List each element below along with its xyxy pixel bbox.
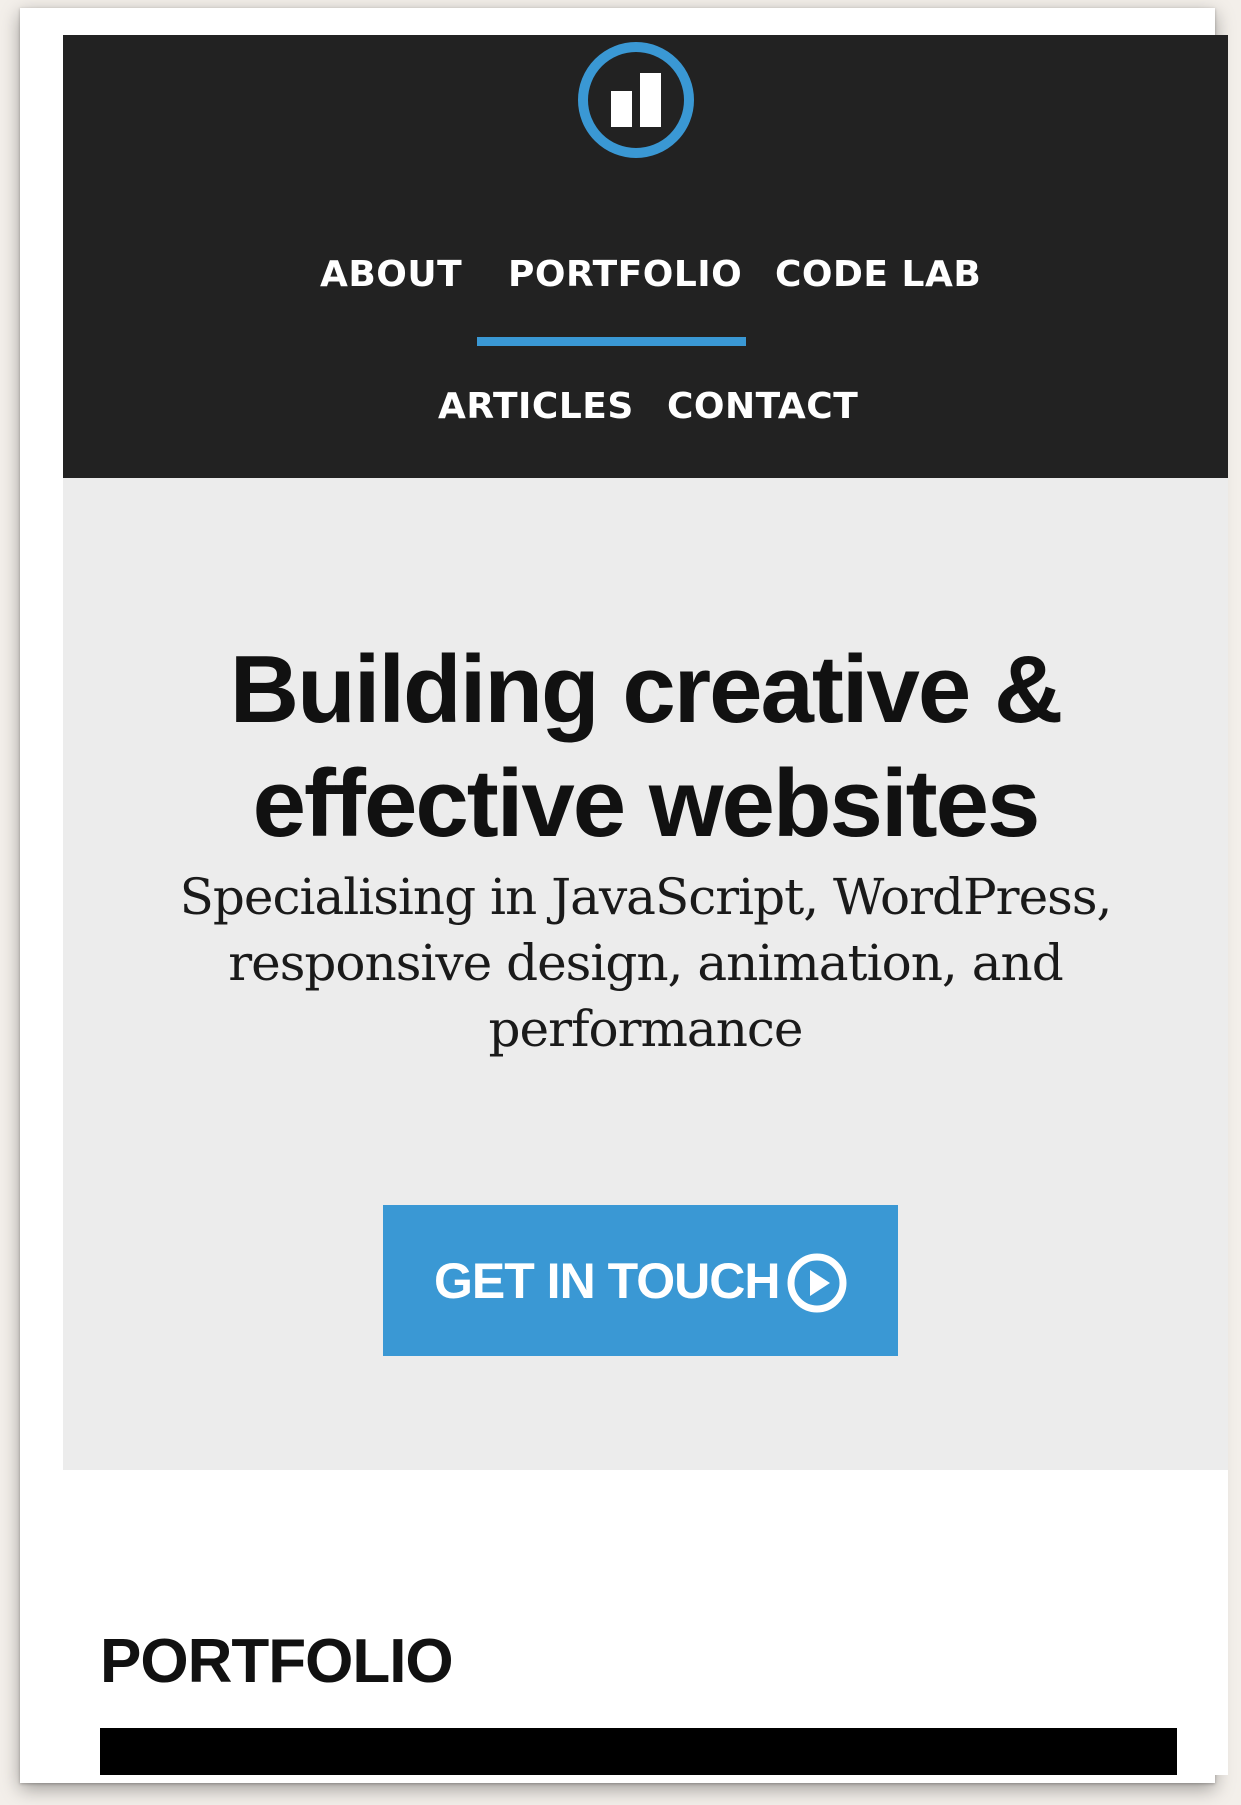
screenshot-frame: ABOUT PORTFOLIO CODE LAB ARTICLES CONTAC… [20, 8, 1228, 1783]
nav-item-code-lab[interactable]: CODE LAB [775, 253, 981, 297]
mobile-viewport: ABOUT PORTFOLIO CODE LAB ARTICLES CONTAC… [63, 35, 1228, 1775]
hero-title: Building creative & effective websites [229, 636, 1064, 857]
nav-item-articles[interactable]: ARTICLES [438, 385, 633, 429]
nav-active-indicator [477, 337, 746, 346]
portfolio-section: PORTFOLIO [63, 1470, 1228, 1775]
play-circle-icon [785, 1251, 849, 1315]
nav-item-contact[interactable]: CONTACT [667, 385, 858, 429]
logo-icon[interactable] [577, 41, 695, 159]
get-in-touch-label: GET IN TOUCH [434, 1253, 780, 1309]
nav-item-portfolio[interactable]: PORTFOLIO [508, 253, 742, 297]
hero-subtitle: Specialising in JavaScript, WordPress, r… [179, 868, 1113, 1058]
site-header: ABOUT PORTFOLIO CODE LAB ARTICLES CONTAC… [63, 35, 1228, 478]
portfolio-item-preview[interactable] [100, 1728, 1177, 1775]
get-in-touch-button[interactable]: GET IN TOUCH [383, 1205, 898, 1356]
hero-section: Building creative & effective websites S… [63, 478, 1228, 1470]
portfolio-heading: PORTFOLIO [100, 1627, 454, 1696]
nav-item-about[interactable]: ABOUT [320, 253, 462, 297]
